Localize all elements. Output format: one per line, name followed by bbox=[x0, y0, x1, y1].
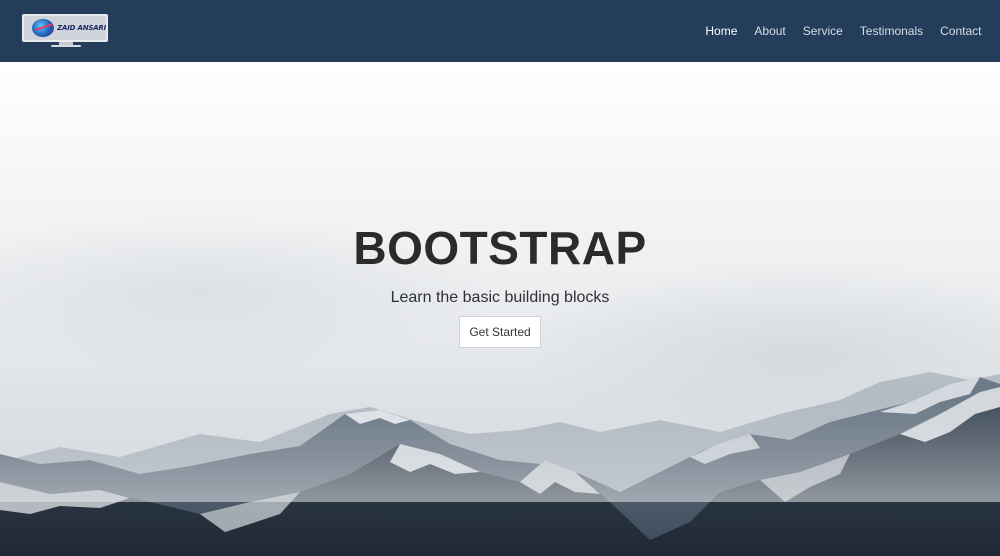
hero-subtitle: Learn the basic building blocks bbox=[390, 289, 610, 306]
hero-title: BOOTSTRAP bbox=[353, 222, 647, 274]
brand-logo[interactable]: ZAID ANSARI bbox=[22, 14, 108, 48]
get-started-button[interactable]: Get Started bbox=[459, 316, 541, 348]
monitor-logo-icon: ZAID ANSARI bbox=[22, 14, 108, 42]
nav-link-testimonials[interactable]: Testimonals bbox=[851, 0, 931, 62]
nav-links: Home About Service Testimonals Contact bbox=[697, 0, 990, 62]
brand-logo-text: ZAID ANSARI bbox=[57, 24, 106, 32]
monitor-base bbox=[51, 45, 81, 47]
hero-section: BOOTSTRAP Learn the basic building block… bbox=[0, 62, 1000, 556]
globe-icon bbox=[32, 19, 55, 37]
nav-link-service[interactable]: Service bbox=[794, 0, 851, 62]
nav-link-home[interactable]: Home bbox=[697, 0, 746, 62]
navbar: ZAID ANSARI Home About Service Testimona… bbox=[0, 0, 1000, 62]
nav-link-contact[interactable]: Contact bbox=[932, 0, 990, 62]
nav-link-about[interactable]: About bbox=[746, 0, 794, 62]
hero-content: BOOTSTRAP Learn the basic building block… bbox=[0, 220, 1000, 348]
